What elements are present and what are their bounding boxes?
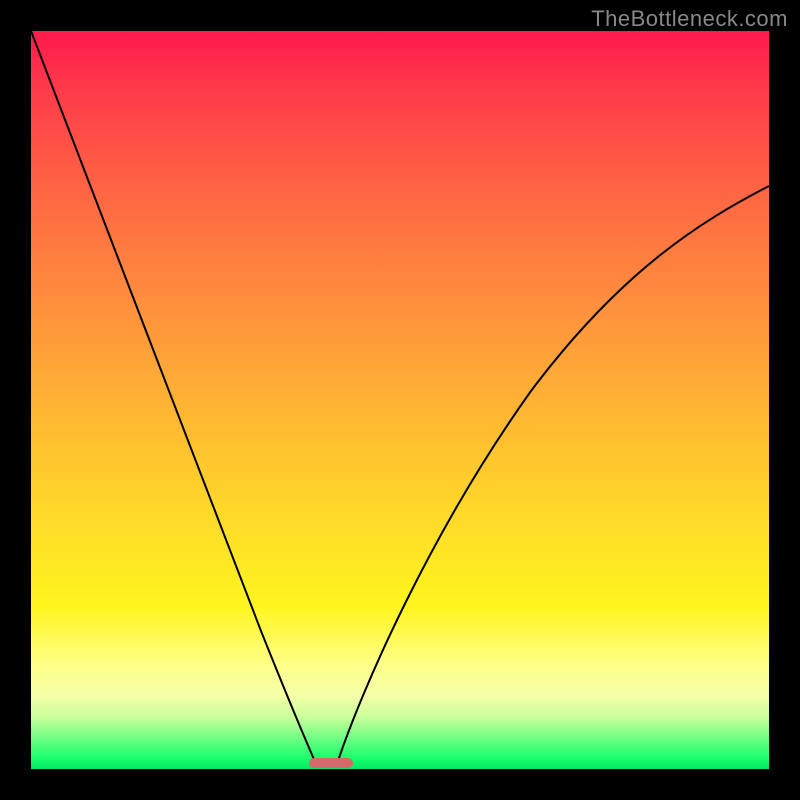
chart-frame: TheBottleneck.com [0,0,800,800]
watermark-text: TheBottleneck.com [591,6,788,32]
plot-background-gradient [31,31,769,769]
bottleneck-marker [309,758,353,768]
